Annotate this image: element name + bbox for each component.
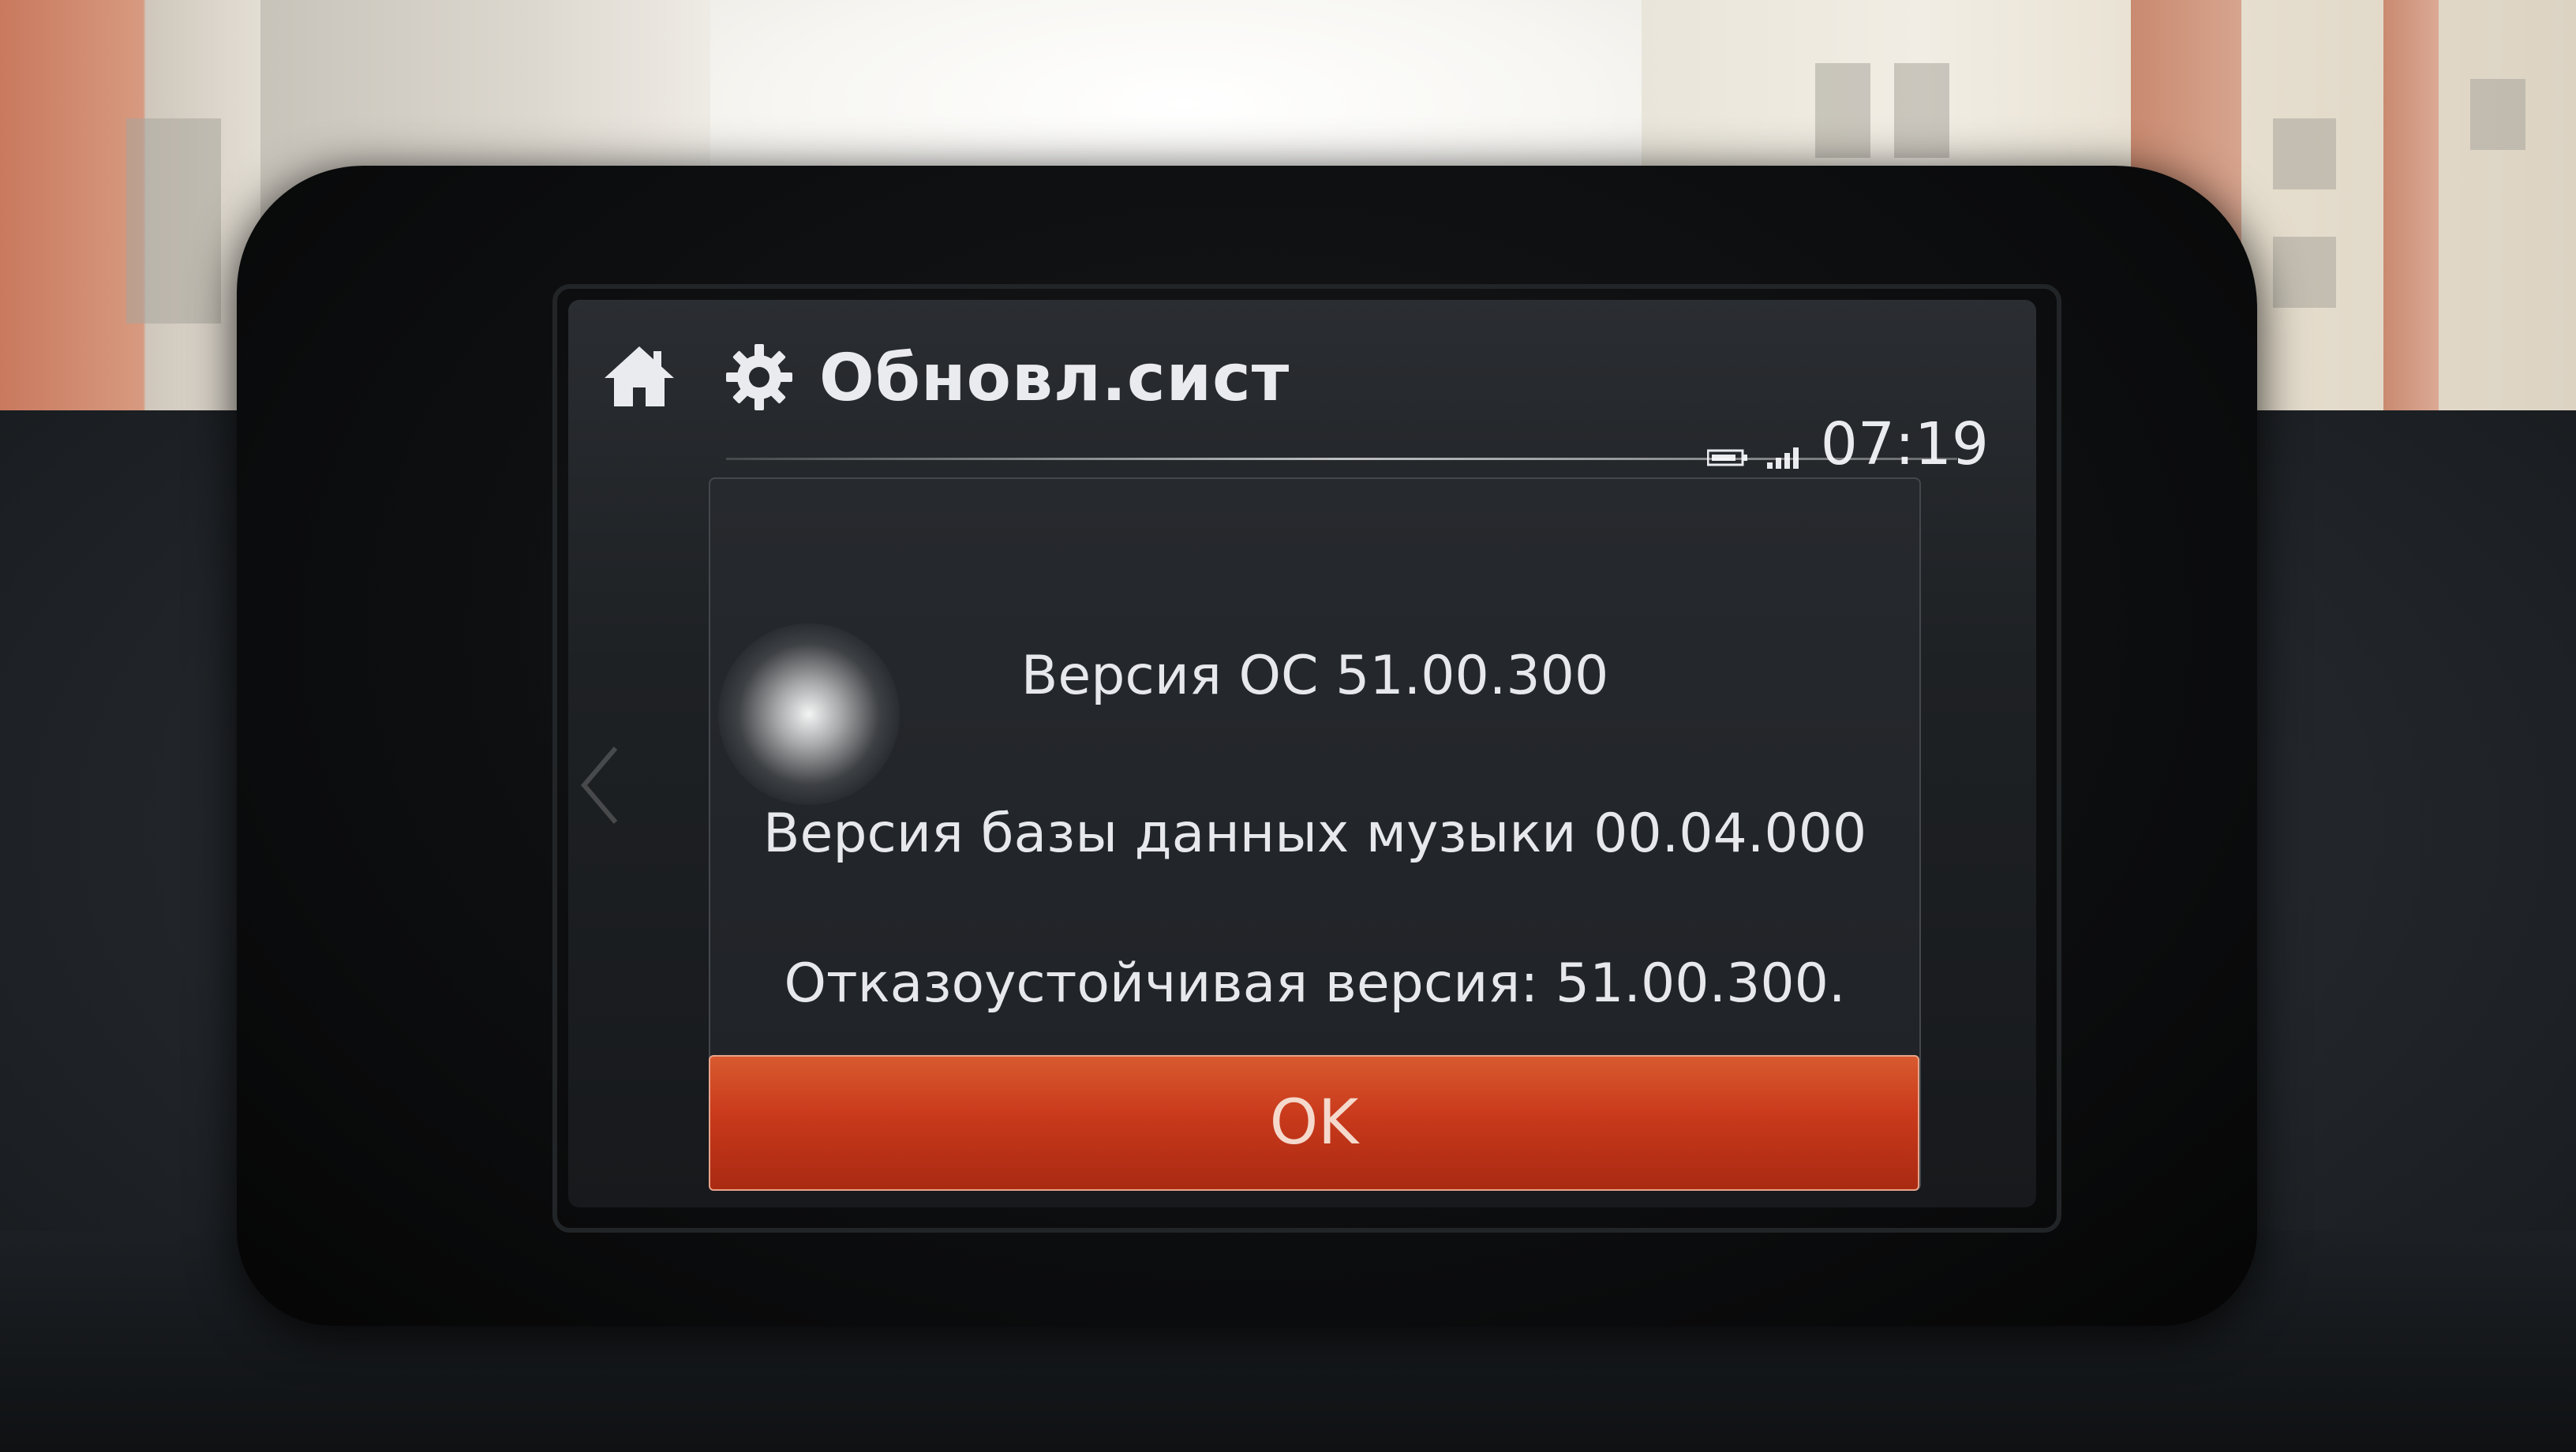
window — [2273, 118, 2336, 189]
gear-icon — [724, 342, 794, 412]
failsafe-version-text: Отказоустойчивая версия: 51.00.300. — [784, 952, 1846, 1015]
ok-button[interactable]: OK — [709, 1055, 1919, 1191]
chevron-left-icon — [576, 742, 623, 829]
window — [1815, 63, 1870, 158]
infotainment-screen: Обновл.сист 07:19 Версия ОС 51.00.300 Ве… — [568, 300, 2036, 1207]
light-glare — [718, 623, 900, 805]
ok-button-label: OK — [1269, 1087, 1359, 1158]
page-title: Обновл.сист — [819, 341, 1290, 416]
signal-icon — [1765, 445, 1803, 469]
window — [1894, 63, 1949, 158]
photo-scene: Обновл.сист 07:19 Версия ОС 51.00.300 Ве… — [0, 0, 2576, 1452]
window — [2470, 79, 2525, 150]
info-dialog: Версия ОС 51.00.300 Версия базы данных м… — [709, 477, 1921, 1191]
window — [126, 118, 221, 324]
music-db-version-text: Версия базы данных музыки 00.04.000 — [762, 803, 1867, 865]
home-icon[interactable] — [601, 343, 677, 410]
status-bar: 07:19 — [1706, 410, 1989, 478]
window — [2273, 237, 2336, 308]
header-divider — [726, 458, 1957, 460]
clock: 07:19 — [1820, 410, 1989, 478]
